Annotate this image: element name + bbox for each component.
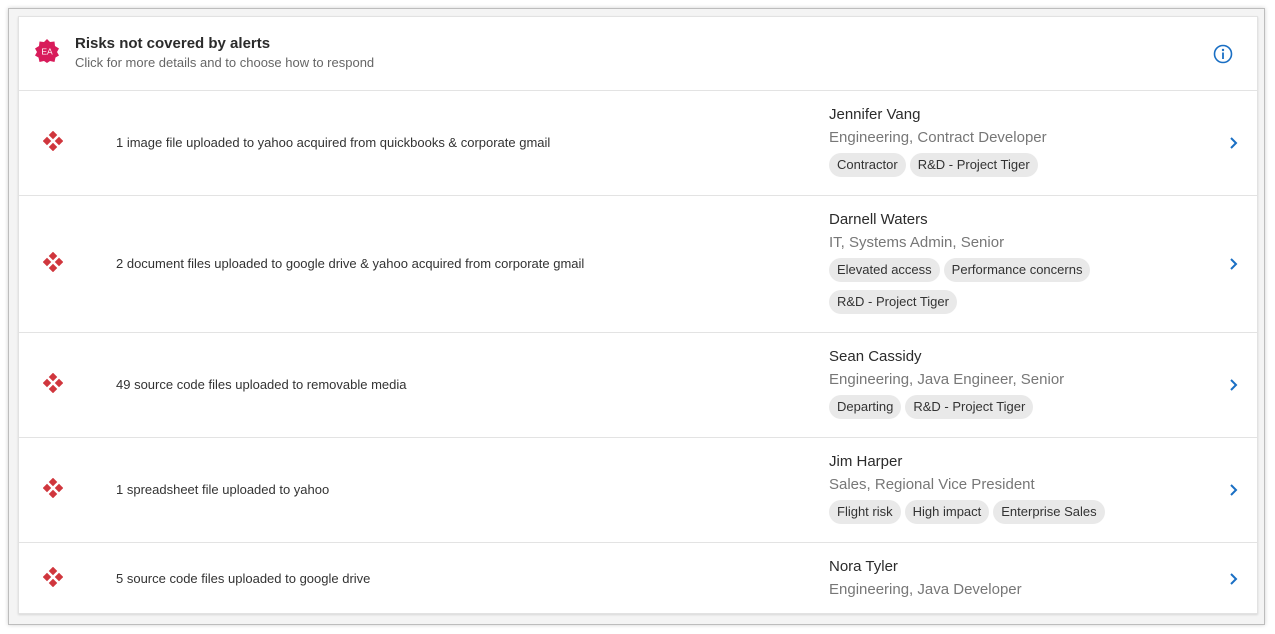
risk-row[interactable]: 49 source code files uploaded to removab… — [19, 333, 1257, 438]
risk-diamond-icon — [43, 252, 63, 272]
tag: R&D - Project Tiger — [829, 290, 957, 314]
tag: Performance concerns — [943, 258, 1091, 282]
person-name: Jim Harper — [829, 453, 903, 470]
person-name: Jennifer Vang — [829, 106, 921, 123]
tag: R&D - Project Tiger — [905, 395, 1034, 419]
risk-description: 1 spreadsheet file uploaded to yahoo — [116, 482, 330, 497]
risk-diamond-icon — [43, 131, 63, 151]
tag-list: Contractor R&D - Project Tiger — [829, 153, 1209, 185]
chevron-right-icon[interactable] — [1227, 483, 1241, 497]
person-role: Engineering, Java Developer — [829, 581, 1022, 598]
tag: Flight risk — [829, 500, 901, 524]
tag: R&D - Project Tiger — [909, 153, 1038, 177]
risk-description: 1 image file uploaded to yahoo acquired … — [116, 135, 551, 150]
card-header: EA Risks not covered by alerts Click for… — [19, 17, 1257, 91]
risk-row[interactable]: 2 document files uploaded to google driv… — [19, 196, 1257, 333]
chevron-right-icon[interactable] — [1227, 572, 1241, 586]
risks-card: EA Risks not covered by alerts Click for… — [18, 16, 1258, 614]
info-icon[interactable] — [1213, 44, 1233, 64]
card-subtitle: Click for more details and to choose how… — [75, 55, 375, 70]
person-info: Jim Harper Sales, Regional Vice Presiden… — [829, 452, 1209, 532]
person-info: Nora Tyler Engineering, Java Developer — [829, 557, 1022, 601]
person-name: Sean Cassidy — [829, 348, 922, 365]
person-info: Sean Cassidy Engineering, Java Engineer,… — [829, 347, 1209, 427]
risk-row[interactable]: 1 image file uploaded to yahoo acquired … — [19, 91, 1257, 196]
tag: High impact — [904, 500, 990, 524]
chevron-right-icon[interactable] — [1227, 378, 1241, 392]
tag-list: Departing R&D - Project Tiger — [829, 395, 1209, 427]
person-role: Engineering, Java Engineer, Senior — [829, 371, 1065, 388]
tag: Contractor — [829, 153, 906, 177]
risk-diamond-icon — [43, 373, 63, 393]
card-title: Risks not covered by alerts — [75, 35, 271, 52]
badge-text: EA — [41, 47, 53, 57]
person-name: Nora Tyler — [829, 558, 898, 575]
person-role: Engineering, Contract Developer — [829, 129, 1047, 146]
risk-diamond-icon — [43, 567, 63, 587]
ea-badge-icon: EA — [35, 39, 59, 63]
person-info: Jennifer Vang Engineering, Contract Deve… — [829, 105, 1209, 185]
risk-description: 5 source code files uploaded to google d… — [116, 571, 371, 586]
risk-row[interactable]: 5 source code files uploaded to google d… — [19, 543, 1257, 615]
person-role: IT, Systems Admin, Senior — [829, 234, 1005, 251]
risk-description: 2 document files uploaded to google driv… — [116, 256, 585, 271]
tag: Enterprise Sales — [993, 500, 1105, 524]
risk-row[interactable]: 1 spreadsheet file uploaded to yahoo Jim… — [19, 438, 1257, 543]
tag: Departing — [829, 395, 902, 419]
tag-list: Flight risk High impact Enterprise Sales — [829, 500, 1209, 532]
chevron-right-icon[interactable] — [1227, 257, 1241, 271]
risk-description: 49 source code files uploaded to removab… — [116, 377, 407, 392]
person-name: Darnell Waters — [829, 211, 928, 228]
person-role: Sales, Regional Vice President — [829, 476, 1035, 493]
chevron-right-icon[interactable] — [1227, 136, 1241, 150]
risk-diamond-icon — [43, 478, 63, 498]
tag-list: Elevated access Performance concerns R&D -… — [829, 258, 1119, 322]
person-info: Darnell Waters IT, Systems Admin, Senior… — [829, 210, 1119, 322]
tag: Elevated access — [829, 258, 940, 282]
